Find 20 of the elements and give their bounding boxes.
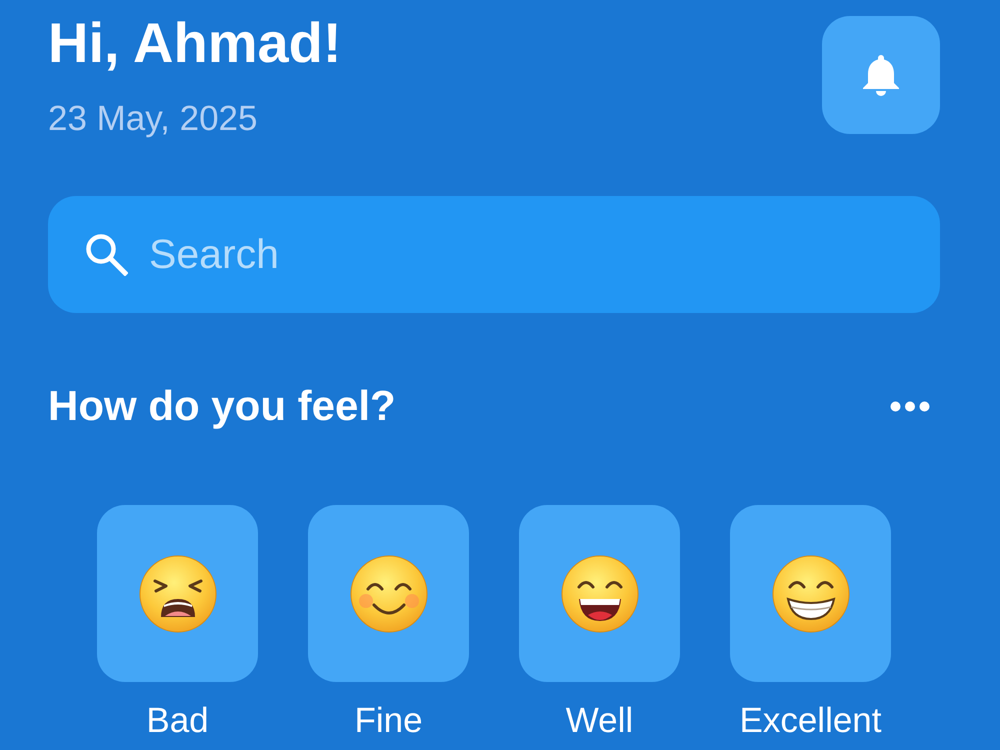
mood-tile-button[interactable] <box>97 505 258 682</box>
more-options-icon[interactable] <box>890 400 930 412</box>
section-title: How do you feel? <box>48 381 396 431</box>
mood-label: Fine <box>354 700 423 742</box>
mood-label: Excellent <box>739 700 882 742</box>
blushing-smile-icon <box>350 554 428 632</box>
date-text: 23 May, 2025 <box>48 98 258 140</box>
laughing-face-icon <box>560 554 638 632</box>
search-icon <box>84 232 128 276</box>
mood-tile-button[interactable] <box>519 505 680 682</box>
greeting-title: Hi, Ahmad! <box>48 11 342 75</box>
mood-tile-button[interactable] <box>730 505 891 682</box>
grinning-face-icon <box>772 554 850 632</box>
mood-tile-button[interactable] <box>308 505 469 682</box>
bell-icon <box>860 53 902 97</box>
mood-label: Bad <box>146 700 209 742</box>
notifications-button[interactable] <box>822 16 940 134</box>
search-field[interactable]: Search <box>48 196 940 313</box>
mood-label: Well <box>566 700 634 742</box>
tired-face-icon <box>138 554 216 632</box>
